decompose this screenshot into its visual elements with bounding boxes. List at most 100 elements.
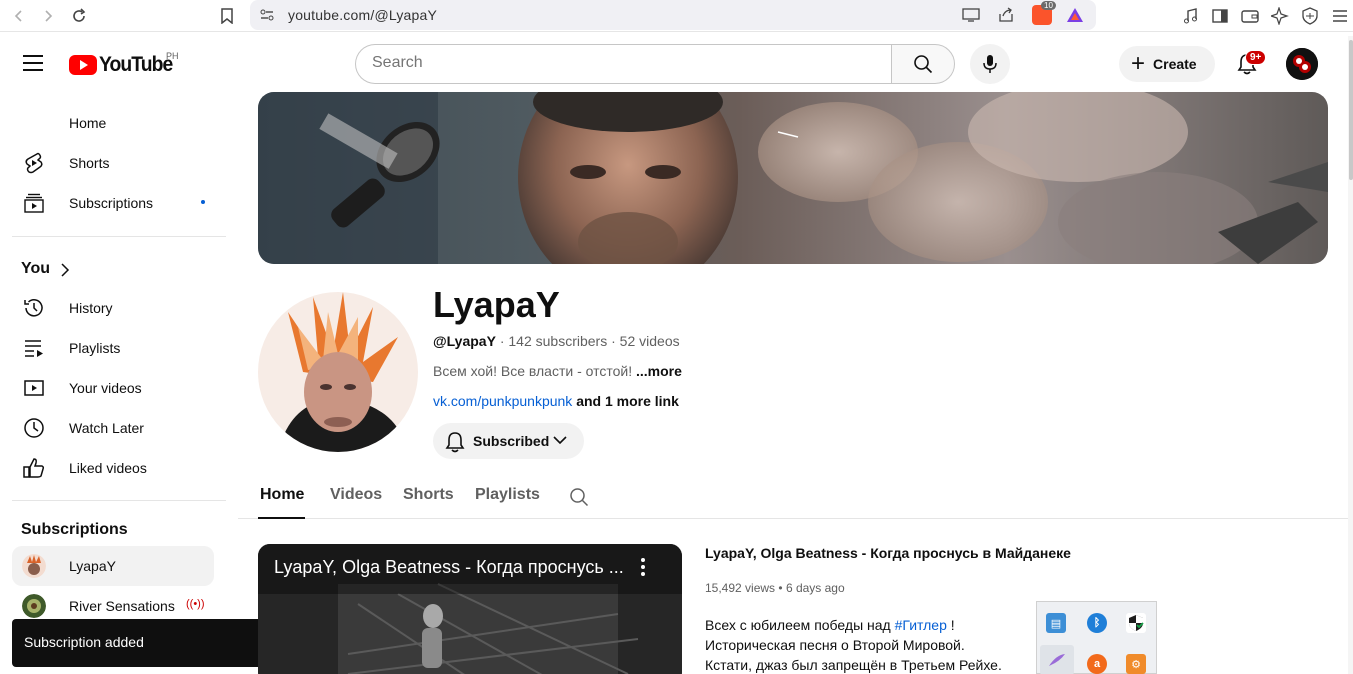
toast-message: Subscription added <box>24 634 144 650</box>
bookmark-icon[interactable] <box>216 5 238 27</box>
subscribed-label: Subscribed <box>473 433 550 449</box>
subscriptions-icon <box>22 191 46 215</box>
sidebar-item-label: Your videos <box>69 380 142 396</box>
tab-shorts[interactable]: Shorts <box>403 486 454 504</box>
channel-avatar <box>22 554 46 578</box>
home-icon <box>22 111 46 135</box>
you-heading: You <box>21 260 51 277</box>
security-shield-icon[interactable] <box>1126 613 1146 633</box>
sidebar-item-your-videos[interactable]: Your videos <box>12 368 214 408</box>
sidebar-item-history[interactable]: History <box>12 288 214 328</box>
featured-video-player[interactable]: LyapaY, Olga Beatness - Когда проснусь .… <box>258 544 682 674</box>
cast-icon[interactable] <box>960 4 982 26</box>
active-tab-indicator <box>258 517 305 519</box>
back-icon[interactable] <box>8 5 30 27</box>
brave-rewards-icon[interactable] <box>1064 4 1086 26</box>
bell-icon <box>445 432 465 453</box>
channel-name: LyapaY <box>433 284 560 325</box>
channel-description[interactable]: Всем хой! Все власти - отстой! ...more <box>433 363 682 379</box>
notifications-badge: 9+ <box>1245 50 1267 65</box>
channel-avatar-large[interactable] <box>258 292 418 452</box>
network-monitor-icon[interactable]: ▤ <box>1046 613 1066 633</box>
shorts-icon <box>22 151 46 175</box>
scrollbar-thumb[interactable] <box>1349 40 1353 180</box>
sidebar-icon[interactable] <box>1209 5 1231 27</box>
playlists-icon <box>22 336 46 360</box>
search-icon[interactable] <box>569 487 589 507</box>
description-line: Кстати, джаз был запрещён в Третьем Рейх… <box>705 657 1002 673</box>
channel-banner <box>258 92 1328 264</box>
description-text: ! <box>946 617 955 633</box>
voice-search-button[interactable] <box>970 44 1010 84</box>
view-count: 15,492 views <box>705 581 776 595</box>
system-tray-popup: ▤ ᛒ a ⚙ <box>1036 601 1157 674</box>
channel-external-link[interactable]: vk.com/punkpunkpunk <box>433 393 572 409</box>
description-text: Всем хой! Все власти - отстой! <box>433 363 633 379</box>
browser-toolbar: youtube.com/@LyapaY 10 <box>0 0 1353 32</box>
sidebar-you-link[interactable]: You <box>12 252 214 288</box>
menu-icon[interactable] <box>1329 5 1351 27</box>
wallet-icon[interactable] <box>1239 5 1261 27</box>
tab-videos[interactable]: Videos <box>330 486 382 504</box>
history-icon <box>22 296 46 320</box>
sidebar-item-home[interactable]: Home <box>12 103 214 143</box>
sidebar-item-shorts[interactable]: Shorts <box>12 143 214 183</box>
subscribed-button[interactable]: Subscribed <box>433 423 584 459</box>
music-icon[interactable] <box>1180 5 1202 27</box>
logo-text: YouTube <box>99 53 173 76</box>
bluetooth-icon[interactable]: ᛒ <box>1087 613 1107 633</box>
more-link[interactable]: ...more <box>636 363 682 379</box>
chevron-right-icon <box>61 263 70 277</box>
youtube-logo[interactable]: YouTube <box>69 53 179 77</box>
url-text[interactable]: youtube.com/@LyapaY <box>288 7 437 23</box>
sidebar: Home Shorts Subscriptions You History Pl… <box>0 100 236 674</box>
featured-video-meta: 15,492 views • 6 days ago <box>705 581 845 595</box>
sidebar-item-label: Shorts <box>69 155 110 171</box>
hashtag-link[interactable]: #Гитлер <box>895 617 947 633</box>
brave-shields-icon[interactable]: 10 <box>1032 1 1056 25</box>
sidebar-item-watch-later[interactable]: Watch Later <box>12 408 214 448</box>
tab-playlists[interactable]: Playlists <box>475 486 540 504</box>
meta-separator: • <box>778 581 783 595</box>
country-code: PH <box>166 51 179 61</box>
reload-icon[interactable] <box>68 5 90 27</box>
feather-app-icon[interactable] <box>1040 645 1074 674</box>
search-button[interactable] <box>891 44 955 84</box>
microphone-icon <box>983 55 997 73</box>
forward-icon[interactable] <box>37 5 59 27</box>
channel-links: vk.com/punkpunkpunk and 1 more link <box>433 393 679 409</box>
avast-icon[interactable]: a <box>1087 654 1107 674</box>
more-options-icon[interactable] <box>641 558 649 578</box>
guide-menu-icon[interactable] <box>23 55 43 71</box>
sidebar-item-label: Playlists <box>69 340 121 356</box>
address-bar[interactable]: youtube.com/@LyapaY 10 <box>250 0 1096 30</box>
account-avatar[interactable] <box>1286 48 1318 80</box>
video-overlay-title[interactable]: LyapaY, Olga Beatness - Когда проснусь .… <box>274 557 624 578</box>
vpn-icon[interactable] <box>1299 5 1321 27</box>
site-settings-icon[interactable] <box>256 4 278 26</box>
new-content-dot <box>201 200 205 204</box>
create-button[interactable]: + Create <box>1119 46 1215 82</box>
upload-age: 6 days ago <box>785 581 845 595</box>
shield-badge: 10 <box>1041 1 1056 10</box>
more-links-button[interactable]: and 1 more link <box>576 393 679 409</box>
sidebar-item-subscriptions[interactable]: Subscriptions <box>12 183 214 223</box>
leo-ai-icon[interactable] <box>1269 5 1291 27</box>
cpu-tool-icon[interactable]: ⚙ <box>1126 654 1146 674</box>
plus-icon: + <box>1131 50 1146 77</box>
search-input[interactable] <box>372 54 872 72</box>
sidebar-item-label: River Sensations <box>69 598 175 614</box>
search-icon <box>914 55 933 74</box>
search-box[interactable] <box>355 44 892 84</box>
sidebar-divider <box>12 500 226 501</box>
tab-home[interactable]: Home <box>260 486 304 504</box>
sidebar-divider <box>12 236 226 237</box>
channel-handle: @LyapaY <box>433 333 496 349</box>
sidebar-item-playlists[interactable]: Playlists <box>12 328 214 368</box>
subscriber-count: 142 subscribers <box>508 333 608 349</box>
sidebar-item-liked-videos[interactable]: Liked videos <box>12 448 214 488</box>
sidebar-sub-lyapay[interactable]: LyapaY <box>12 546 214 586</box>
featured-video-title[interactable]: LyapaY, Olga Beatness - Когда проснусь в… <box>705 545 1071 561</box>
banner-image <box>258 92 1328 264</box>
share-icon[interactable] <box>995 4 1017 26</box>
